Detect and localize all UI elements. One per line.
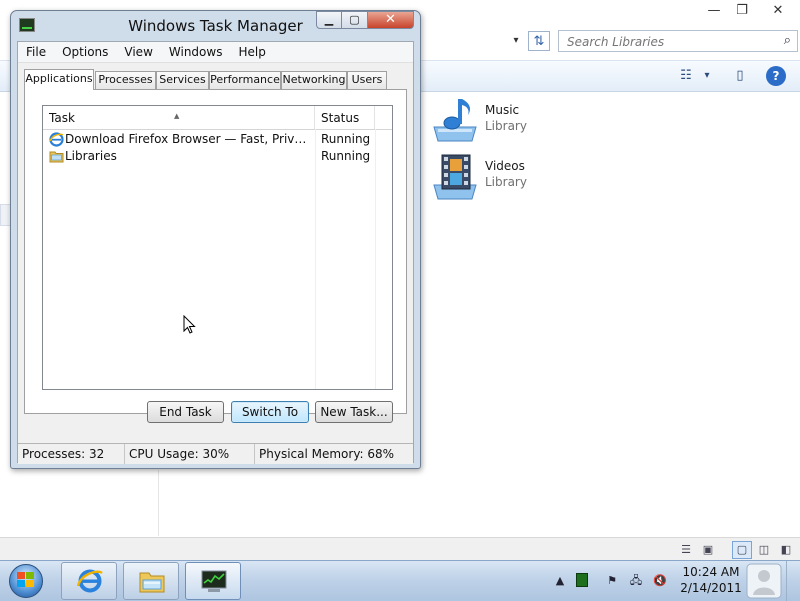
task-row-libraries[interactable]: Libraries Running: [43, 148, 392, 165]
task-manager-tray-icon[interactable]: [574, 573, 590, 589]
tab-networking[interactable]: Networking: [281, 71, 347, 89]
menu-windows[interactable]: Windows: [161, 42, 231, 62]
show-hidden-icons-icon[interactable]: ▲: [552, 573, 568, 589]
column-header-status[interactable]: Status: [315, 106, 375, 129]
library-name: Music: [485, 103, 520, 117]
close-button[interactable]: ✕: [368, 11, 414, 29]
windows-logo-icon: [17, 572, 34, 587]
menu-options[interactable]: Options: [54, 42, 116, 62]
address-dropdown-icon[interactable]: ▾: [508, 32, 524, 50]
taskbar-windows-explorer[interactable]: [123, 562, 179, 600]
task-status: Running: [321, 149, 371, 163]
task-status: Running: [321, 132, 371, 146]
system-clock[interactable]: 10:24 AM 2/14/2011: [680, 564, 742, 598]
column-gridline: [375, 129, 376, 389]
library-name: Videos: [485, 159, 525, 173]
column-gridline: [315, 129, 316, 389]
applications-panel: Task ▲ Status Download Firefox Browser —…: [24, 89, 407, 414]
explorer-caption-buttons: — ❐ ✕: [700, 0, 800, 22]
music-library-icon: [433, 99, 477, 142]
task-manager-window: Windows Task Manager ▁ ▢ ✕ File Options …: [10, 10, 421, 469]
menu-bar: File Options View Windows Help: [18, 42, 413, 63]
explorer-status-bar: ☰ ▣ ▢ ◫ ◧: [0, 537, 800, 561]
task-manager-client: File Options View Windows Help Applicati…: [17, 41, 414, 464]
taskbar-task-manager[interactable]: [185, 562, 241, 600]
ie-icon: [49, 132, 64, 147]
tab-applications[interactable]: Applications: [24, 69, 94, 90]
library-type: Library: [485, 175, 527, 189]
windows-explorer-folder-icon: [139, 572, 165, 593]
navigation-pane-divider: [158, 470, 159, 536]
tab-users[interactable]: Users: [347, 71, 387, 89]
explorer-close-button[interactable]: ✕: [756, 0, 800, 20]
layout-view-alt-icon[interactable]: ◫: [754, 541, 774, 559]
column-header-filler: [375, 106, 392, 129]
preview-pane-icon[interactable]: ▯: [730, 67, 750, 85]
task-name: Download Firefox Browser — Fast, Private…: [65, 132, 313, 146]
thumbnail-view-icon[interactable]: ▣: [698, 541, 718, 559]
clock-date: 2/14/2011: [680, 581, 742, 595]
end-task-button[interactable]: End Task: [147, 401, 224, 423]
explorer-minimize-button[interactable]: —: [700, 0, 728, 20]
tab-processes[interactable]: Processes: [95, 71, 156, 89]
taskbar: ▲ ⚑ 🖧 🔇 10:24 AM 2/14/2011: [0, 560, 800, 601]
sort-ascending-icon: ▲: [174, 112, 180, 120]
caption-buttons: ▁ ▢ ✕: [316, 11, 414, 29]
change-view-icon[interactable]: ☷: [676, 67, 696, 85]
layout-view-icon[interactable]: ▢: [732, 541, 752, 559]
details-view-icon[interactable]: ☰: [676, 541, 696, 559]
explorer-search-input[interactable]: [565, 32, 779, 52]
network-icon[interactable]: 🖧: [628, 573, 644, 589]
task-list-header: Task ▲ Status: [43, 106, 392, 130]
internet-explorer-icon: [76, 569, 103, 593]
show-desktop-button[interactable]: [786, 561, 800, 601]
user-account-icon[interactable]: [746, 563, 782, 599]
maximize-button[interactable]: ▢: [342, 11, 368, 29]
notification-area: ▲ ⚑ 🖧 🔇: [548, 561, 680, 601]
action-center-flag-icon[interactable]: ⚑: [604, 573, 620, 589]
task-name: Libraries: [65, 149, 117, 163]
videos-library-icon: [433, 154, 477, 200]
menu-view[interactable]: View: [116, 42, 160, 62]
search-icon[interactable]: ⌕: [784, 33, 791, 48]
task-row-firefox-download[interactable]: Download Firefox Browser — Fast, Private…: [43, 131, 392, 148]
menu-help[interactable]: Help: [230, 42, 273, 62]
taskbar-internet-explorer[interactable]: [61, 562, 117, 600]
physical-memory: Physical Memory: 68%: [259, 447, 395, 461]
new-task-button[interactable]: New Task...: [315, 401, 393, 423]
task-action-buttons: End Task Switch To New Task...: [18, 401, 413, 425]
task-manager-icon: [201, 570, 227, 592]
folder-icon: [49, 151, 64, 163]
processes-count: Processes: 32: [18, 444, 125, 464]
library-videos[interactable]: Videos Library: [430, 153, 630, 203]
clock-time: 10:24 AM: [682, 565, 740, 579]
library-music[interactable]: Music Library: [430, 97, 630, 147]
task-list[interactable]: Task ▲ Status Download Firefox Browser —…: [42, 105, 393, 390]
explorer-search-box[interactable]: ⌕: [558, 30, 798, 52]
task-manager-titlebar[interactable]: Windows Task Manager ▁ ▢ ✕: [11, 11, 420, 43]
layout-view-third-icon[interactable]: ◧: [776, 541, 796, 559]
refresh-icon[interactable]: ⇅: [528, 31, 550, 51]
explorer-maximize-button[interactable]: ❐: [728, 0, 756, 20]
mouse-cursor-icon: [183, 315, 196, 334]
library-type: Library: [485, 119, 527, 133]
column-task-label: Task: [49, 111, 75, 125]
volume-muted-icon[interactable]: 🔇: [652, 573, 668, 589]
minimize-button[interactable]: ▁: [316, 11, 342, 29]
column-header-task[interactable]: Task ▲: [43, 106, 315, 129]
tab-performance[interactable]: Performance: [209, 71, 281, 89]
task-manager-status-bar: Processes: 32 CPU Usage: 30% Physical Me…: [18, 443, 413, 464]
help-icon[interactable]: ?: [766, 66, 786, 86]
start-button[interactable]: [3, 562, 49, 600]
cpu-usage: CPU Usage: 30%: [125, 444, 255, 464]
tab-services[interactable]: Services: [156, 71, 209, 89]
menu-file[interactable]: File: [18, 42, 54, 62]
switch-to-button[interactable]: Switch To: [231, 401, 309, 423]
view-options-dropdown-icon[interactable]: ▾: [700, 67, 714, 85]
